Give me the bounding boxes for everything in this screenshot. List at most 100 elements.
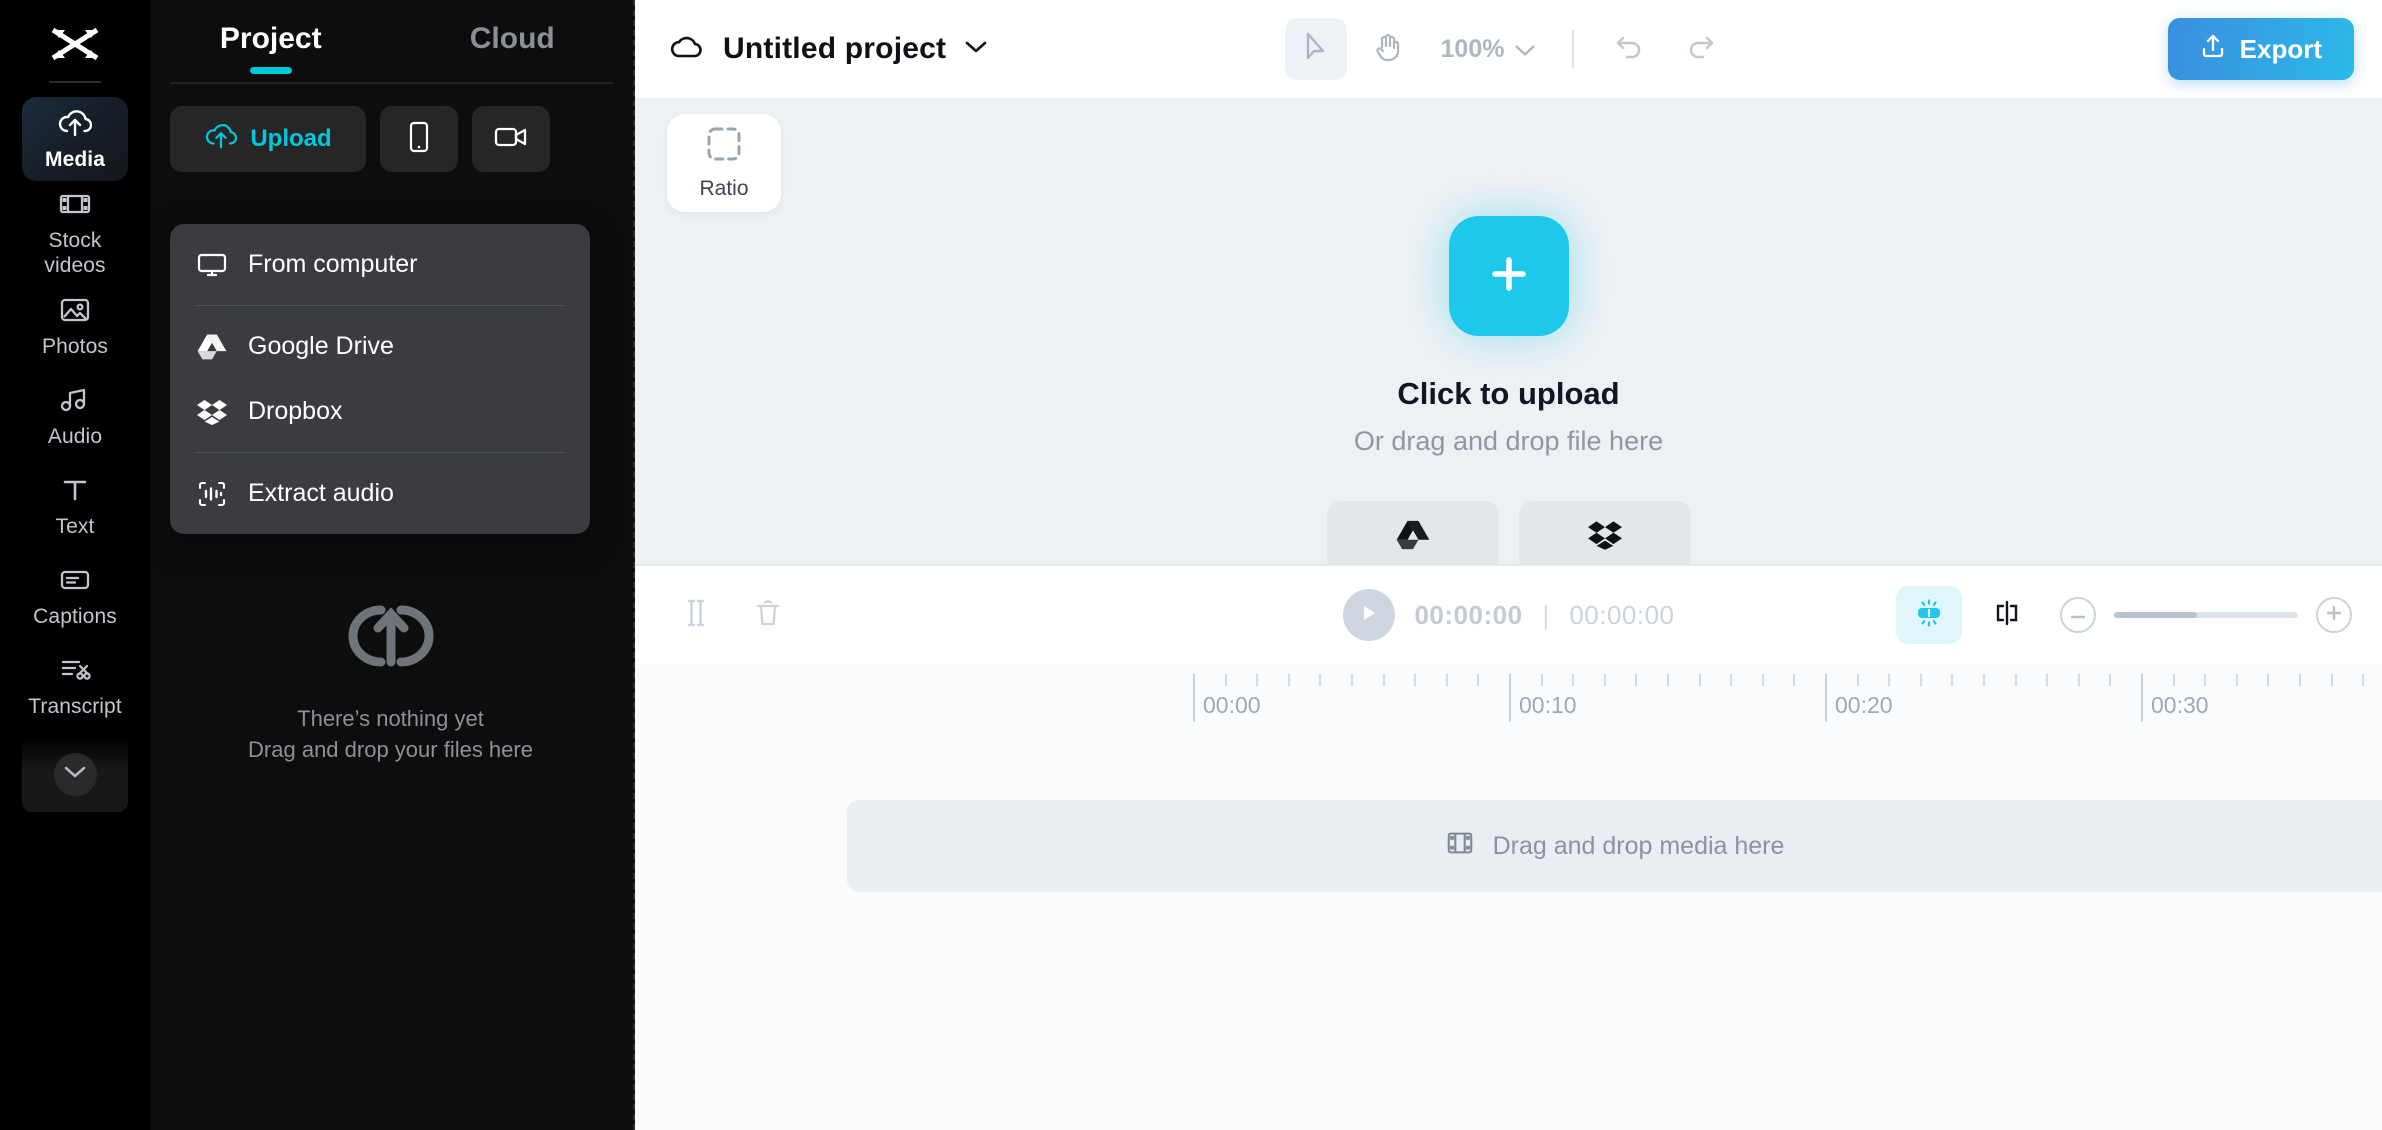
upload-plus-button[interactable]	[1448, 216, 1569, 336]
rail-collapse-button[interactable]	[53, 752, 97, 796]
play-button[interactable]	[1342, 589, 1395, 641]
chevron-down-icon	[63, 765, 87, 784]
redo-icon	[1686, 33, 1716, 66]
monitor-icon	[196, 252, 228, 278]
cloud-upload-icon	[204, 122, 238, 157]
split-marker-button[interactable]	[1980, 588, 2034, 642]
menu-item-label: Google Drive	[248, 332, 394, 360]
hand-tool-button[interactable]	[1357, 18, 1419, 80]
upload-circle-icon	[338, 600, 444, 677]
media-track-placeholder-label: Drag and drop media here	[1492, 831, 1785, 860]
timeline-body: 00:00 00:10 00:20 00:30 Drag and drop me…	[635, 664, 2382, 1130]
dropzone-title: Click to upload	[1397, 376, 1620, 411]
capcut-editor-window: Media Stock videos Photos Audio Text Cap…	[0, 0, 2382, 1130]
ruler-minor-tick	[1919, 674, 1922, 686]
select-tool-button[interactable]	[1284, 18, 1347, 80]
split-marker-icon	[1992, 598, 2022, 633]
left-rail: Media Stock videos Photos Audio Text Cap…	[0, 0, 150, 1130]
upload-button[interactable]: Upload	[170, 106, 366, 172]
canvas-tools: 100%	[1284, 18, 1733, 80]
ruler-minor-tick	[2299, 674, 2301, 686]
sidebar-item-audio[interactable]: Audio	[22, 374, 128, 458]
menu-item-label: Extract audio	[248, 479, 394, 507]
redo-button[interactable]	[1670, 18, 1732, 80]
sidebar-item-label: Transcript	[28, 695, 122, 718]
tab-project[interactable]: Project	[150, 0, 392, 82]
import-google-drive-button[interactable]	[1326, 501, 1499, 573]
zoom-in-button[interactable]	[2316, 597, 2352, 633]
menu-item-dropbox[interactable]: Dropbox	[170, 379, 590, 444]
page-title: Untitled project	[723, 32, 947, 65]
ruler-minor-tick	[1382, 674, 1385, 686]
delete-button[interactable]	[741, 588, 795, 642]
ratio-button[interactable]: Ratio	[667, 114, 781, 212]
menu-item-from-computer[interactable]: From computer	[170, 232, 590, 297]
media-track-placeholder[interactable]: Drag and drop media here	[847, 800, 2382, 892]
video-camera-icon	[494, 125, 528, 154]
ruler-minor-tick	[1761, 674, 1764, 686]
ruler-minor-tick	[2014, 674, 2017, 686]
timeline-zoom-control	[2060, 597, 2352, 633]
snap-toggle-button[interactable]	[1896, 586, 1962, 644]
split-button[interactable]	[669, 588, 723, 642]
cloud-icon	[667, 31, 705, 68]
record-video-button[interactable]	[472, 106, 550, 172]
menu-item-google-drive[interactable]: Google Drive	[170, 314, 590, 379]
ruler-minor-tick	[1793, 674, 1796, 686]
ruler-time-label: 00:00	[1203, 692, 1261, 718]
media-panel: Project Cloud Upload From computer Googl…	[150, 0, 635, 1130]
ruler-time-label: 00:30	[2151, 692, 2209, 718]
share-upload-icon	[2200, 33, 2226, 66]
ruler-minor-tick	[2362, 674, 2365, 686]
sidebar-item-stock-videos[interactable]: Stock videos	[22, 187, 128, 278]
text-t-icon	[60, 473, 90, 507]
sidebar-item-media[interactable]: Media	[22, 97, 128, 181]
dropbox-icon	[196, 399, 228, 425]
ruler-minor-tick	[1351, 674, 1353, 686]
timeline-right-controls	[1896, 586, 2352, 644]
ruler-minor-tick	[1635, 674, 1638, 686]
sidebar-item-photos[interactable]: Photos	[22, 284, 128, 368]
dashed-square-icon	[705, 125, 743, 168]
media-empty-state: There’s nothing yet Drag and drop your f…	[150, 600, 631, 765]
menu-item-extract-audio[interactable]: Extract audio	[170, 461, 590, 526]
upload-dropzone[interactable]: Click to upload Or drag and drop file he…	[1326, 216, 1691, 573]
zoom-slider[interactable]	[2114, 612, 2298, 618]
ruler-minor-tick	[2172, 674, 2175, 686]
import-dropbox-button[interactable]	[1518, 501, 1691, 573]
trash-icon	[755, 598, 781, 633]
empty-state-text: There’s nothing yet Drag and drop your f…	[248, 703, 533, 765]
zoom-slider-fill	[2114, 612, 2197, 618]
cursor-arrow-icon	[1302, 31, 1330, 68]
film-strip-icon	[1445, 830, 1475, 863]
zoom-level-select[interactable]: 100%	[1429, 35, 1549, 64]
upload-from-phone-button[interactable]	[380, 106, 458, 172]
time-separator: |	[1542, 599, 1550, 630]
ruler-minor-tick	[1983, 674, 1985, 686]
chevron-down-icon	[1514, 35, 1536, 64]
empty-state-line1: There’s nothing yet	[297, 706, 484, 731]
menu-divider	[196, 452, 564, 453]
sidebar-item-text[interactable]: Text	[22, 464, 128, 548]
ruler-minor-tick	[1319, 674, 1322, 686]
ruler-minor-tick	[1414, 674, 1417, 686]
ruler-minor-tick	[1540, 674, 1543, 686]
undo-button[interactable]	[1598, 18, 1660, 80]
tab-cloud[interactable]: Cloud	[392, 0, 634, 82]
sidebar-item-captions[interactable]: Captions	[22, 554, 128, 638]
sidebar-item-transcript[interactable]: Transcript	[22, 644, 128, 728]
project-title-button[interactable]: Untitled project	[667, 31, 988, 68]
zoom-out-button[interactable]	[2060, 597, 2096, 633]
ruler-minor-tick	[1477, 674, 1480, 686]
timeline-ruler[interactable]: 00:00 00:10 00:20 00:30	[635, 664, 2382, 740]
main-area: Untitled project 100% Export Ratio Click…	[635, 0, 2382, 1130]
timeline-toolbar: 00:00:00 | 00:00:00	[635, 564, 2382, 664]
ratio-button-label: Ratio	[699, 177, 749, 200]
menu-item-label: Dropbox	[248, 397, 343, 425]
dropbox-icon	[1587, 520, 1622, 555]
upload-button-label: Upload	[250, 125, 332, 152]
ruler-minor-tick	[1951, 674, 1954, 686]
sidebar-item-label: Stock videos	[44, 229, 106, 277]
ruler-minor-tick	[1224, 674, 1227, 686]
export-button[interactable]: Export	[2167, 18, 2354, 80]
